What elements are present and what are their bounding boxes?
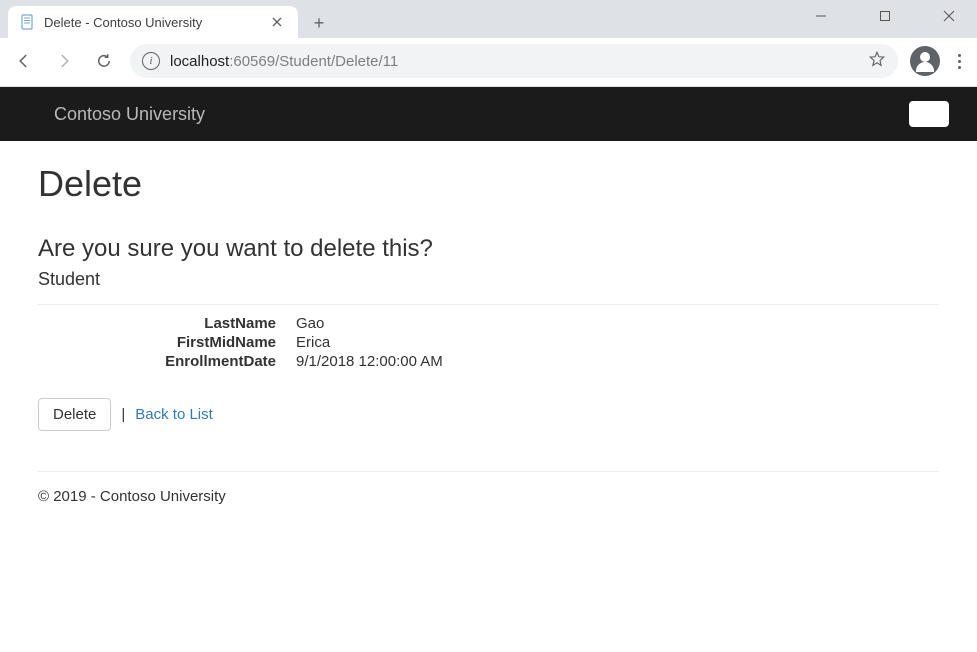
url-text: localhost:60569/Student/Delete/11: [170, 53, 398, 70]
tab-title: Delete - Contoso University: [44, 15, 260, 30]
detail-value: Gao: [296, 315, 939, 332]
site-navbar: Contoso University: [0, 87, 977, 141]
browser-toolbar: i localhost:60569/Student/Delete/11: [0, 38, 977, 87]
page-title: Delete: [38, 163, 939, 205]
page-footer: © 2019 - Contoso University: [38, 431, 939, 505]
details-list: LastName Gao FirstMidName Erica Enrollme…: [38, 315, 939, 370]
detail-label: EnrollmentDate: [76, 353, 276, 370]
section-divider: [38, 304, 939, 305]
detail-label: LastName: [76, 315, 276, 332]
reload-button[interactable]: [90, 47, 118, 75]
navbar-toggle-button[interactable]: [909, 101, 949, 127]
browser-menu-button[interactable]: [952, 48, 967, 75]
tab-strip: Delete - Contoso University +: [0, 2, 977, 38]
delete-button[interactable]: Delete: [38, 398, 111, 431]
bookmark-star-icon[interactable]: [868, 50, 886, 72]
confirm-heading: Are you sure you want to delete this?: [38, 235, 939, 263]
action-divider: |: [121, 406, 125, 423]
detail-value: Erica: [296, 334, 939, 351]
entity-name-heading: Student: [38, 269, 939, 290]
detail-label: FirstMidName: [76, 334, 276, 351]
browser-tab[interactable]: Delete - Contoso University: [8, 6, 298, 38]
form-actions: Delete | Back to List: [38, 398, 939, 431]
url-path: /Student/Delete/11: [275, 53, 398, 70]
site-info-icon[interactable]: i: [142, 52, 160, 70]
footer-divider: [38, 471, 939, 472]
tab-close-button[interactable]: [268, 14, 286, 30]
new-tab-button[interactable]: +: [304, 8, 334, 38]
detail-value: 9/1/2018 12:00:00 AM: [296, 353, 939, 370]
back-to-list-link[interactable]: Back to List: [135, 406, 213, 423]
url-host: localhost: [170, 53, 229, 70]
page-body: Delete Are you sure you want to delete t…: [0, 141, 977, 527]
tab-favicon-icon: [20, 14, 36, 30]
browser-chrome: Delete - Contoso University + i localhos…: [0, 0, 977, 87]
account-icon[interactable]: [910, 46, 940, 76]
address-bar[interactable]: i localhost:60569/Student/Delete/11: [130, 44, 898, 78]
forward-button[interactable]: [50, 47, 78, 75]
footer-text: © 2019 - Contoso University: [38, 488, 939, 505]
url-port: :60569: [229, 53, 275, 70]
brand-link[interactable]: Contoso University: [54, 104, 205, 125]
back-button[interactable]: [10, 47, 38, 75]
